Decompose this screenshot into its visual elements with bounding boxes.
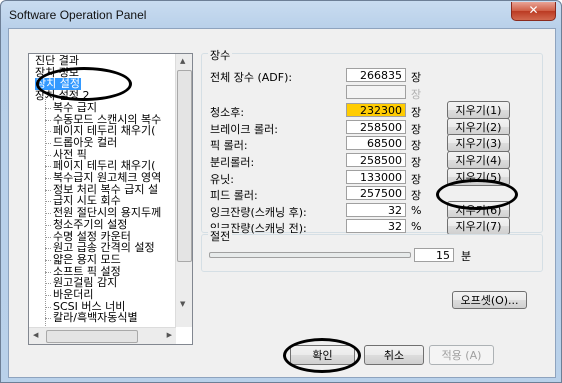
window: Software Operation Panel ✕ 진단 결과 장치 정보 장치 … xyxy=(0,0,562,383)
counter-value: 232300 xyxy=(346,103,406,118)
counter-value xyxy=(346,84,406,99)
title-bar[interactable]: Software Operation Panel ✕ xyxy=(1,1,561,29)
counter-unit: 장 xyxy=(411,122,422,136)
counter-value: 258500 xyxy=(346,119,406,134)
apply-button[interactable]: 적용 (A) xyxy=(429,345,494,365)
counter-unit: 장 xyxy=(411,87,422,101)
clear-counter-button[interactable]: 지우기(3) xyxy=(447,134,510,153)
close-icon: ✕ xyxy=(528,3,539,17)
scroll-down-icon[interactable]: ▼ xyxy=(180,300,185,308)
counter-label: 청소후: xyxy=(210,106,245,120)
counter-value: 32 xyxy=(346,219,406,234)
counter-value: 258500 xyxy=(346,153,406,167)
power-save-unit: 분 xyxy=(461,250,472,263)
counter-unit: % xyxy=(411,203,422,217)
counter-value: 133000 xyxy=(346,169,406,184)
clear-counter-button[interactable]: 지우기(4) xyxy=(447,151,510,169)
cancel-button[interactable]: 취소 xyxy=(364,345,424,365)
counter-label: 전체 장수 (ADF): xyxy=(210,71,293,84)
counter-unit: 장 xyxy=(411,189,422,203)
power-save-value: 15 xyxy=(414,248,454,262)
power-save-legend: 절전 xyxy=(208,228,233,244)
counter-label: 브레이크 롤러: xyxy=(210,122,278,136)
scroll-right-icon[interactable]: ▶ xyxy=(167,331,172,339)
offset-button[interactable]: 오프셋(O)... xyxy=(452,291,527,309)
counter-label: 픽 롤러: xyxy=(210,139,248,153)
clear-counter-button[interactable]: 지우기(7) xyxy=(447,217,510,236)
tree-item[interactable]: 칼라/흑백자동식별 xyxy=(53,312,138,324)
power-save-slider[interactable] xyxy=(209,252,411,258)
vertical-scroll-thumb[interactable] xyxy=(177,70,192,262)
counter-value: 266835 xyxy=(346,68,406,82)
counter-label: 유닛: xyxy=(210,172,234,186)
counter-label: 잉크잔량(스캐닝 후): xyxy=(210,205,307,219)
horizontal-scroll-thumb[interactable] xyxy=(46,330,138,343)
counter-value: 32 xyxy=(346,202,406,217)
counter-unit: 장 xyxy=(411,71,422,84)
clear-counter-button[interactable]: 지우기(1) xyxy=(447,101,510,120)
dialog-body: 진단 결과 장치 정보 장치 설정 장치 설정 2 복수 급지 수동모드 스캔시의 복수 페… xyxy=(8,28,556,378)
counter-unit: 장 xyxy=(411,106,422,120)
tree-connector xyxy=(45,96,46,327)
counter-label: 분리롤러: xyxy=(210,156,255,169)
counters-legend: 장수 xyxy=(208,47,233,63)
scroll-up-icon[interactable]: ▲ xyxy=(180,57,185,65)
clear-counter-button[interactable]: 지우기(2) xyxy=(447,117,510,136)
counter-label: 피드 롤러: xyxy=(210,189,258,203)
tree-item[interactable]: 복수 급지 xyxy=(53,101,97,114)
close-button[interactable]: ✕ xyxy=(511,2,556,21)
counter-value: 68500 xyxy=(346,136,406,151)
counter-unit: 장 xyxy=(411,172,422,186)
counter-unit: % xyxy=(411,220,422,234)
highlight-circle xyxy=(36,67,132,101)
counter-unit: 장 xyxy=(411,139,422,153)
horizontal-scrollbar[interactable]: ◀ ▶ xyxy=(29,327,176,344)
tree-item[interactable]: 청소주기의 설정 xyxy=(53,218,127,231)
highlight-circle xyxy=(283,338,361,373)
counter-unit: 장 xyxy=(411,156,422,169)
highlight-circle xyxy=(436,179,518,210)
scroll-left-icon[interactable]: ◀ xyxy=(33,331,38,339)
vertical-scrollbar[interactable]: ▲ ▼ xyxy=(175,54,192,327)
window-title: Software Operation Panel xyxy=(9,8,147,22)
counter-value: 257500 xyxy=(346,186,406,201)
